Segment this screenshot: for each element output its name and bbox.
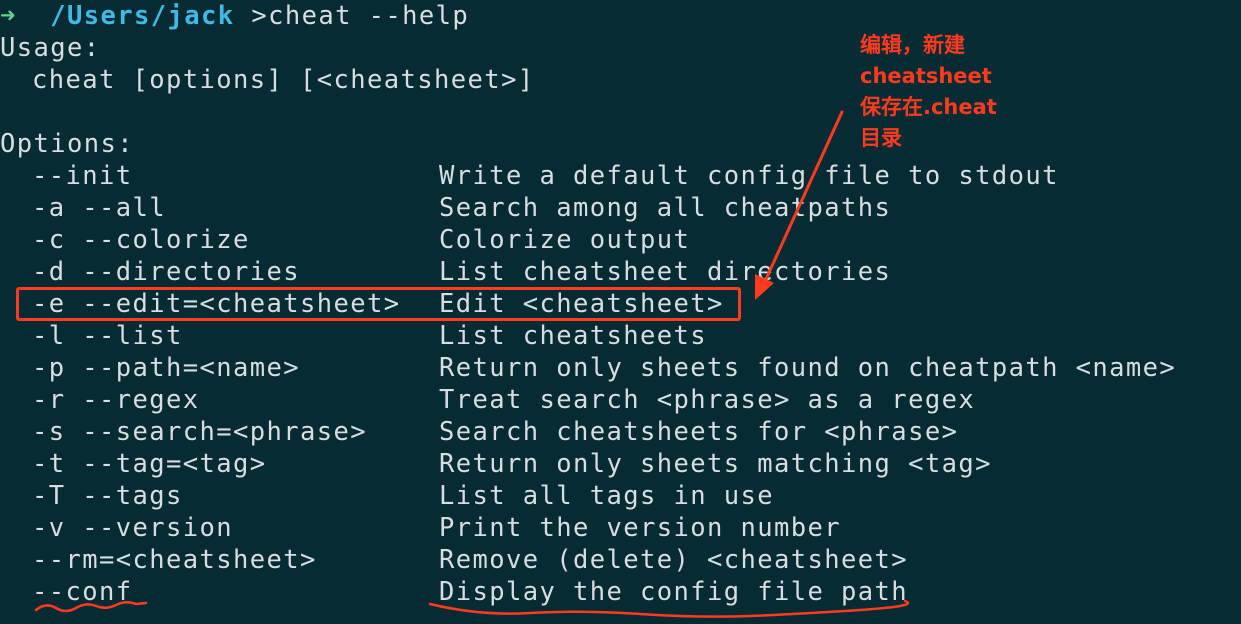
annotation-arrow-icon <box>760 110 844 290</box>
conf-desc-underline <box>428 599 910 618</box>
annotation-arrowhead-icon <box>755 274 774 300</box>
annotation-overlay <box>34 110 910 618</box>
conf-flag-underline <box>34 601 148 613</box>
